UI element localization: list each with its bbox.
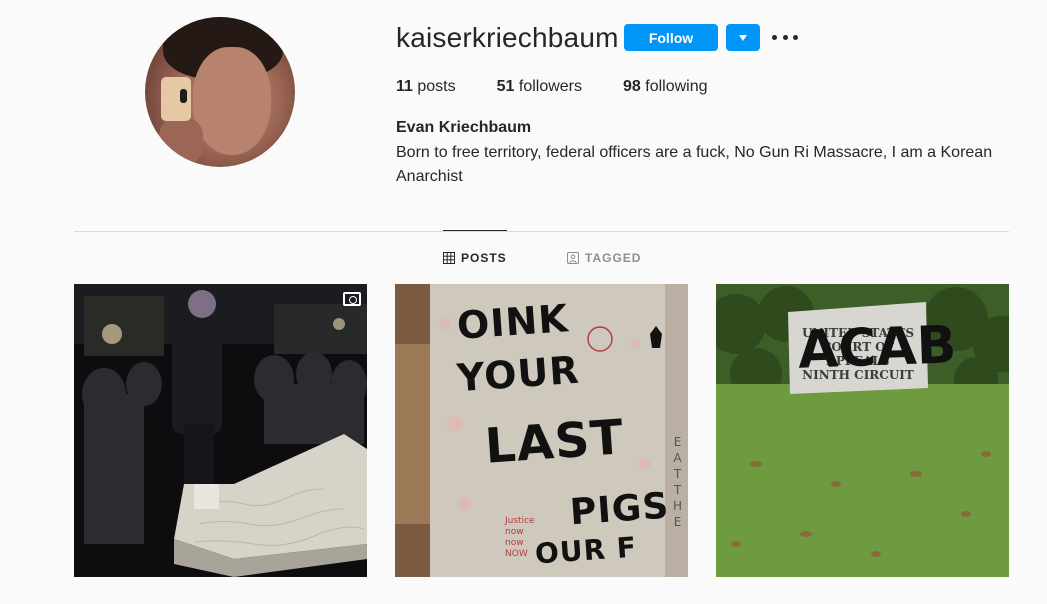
graffiti-side-text: E A T T H E [673, 434, 682, 530]
graffiti-word: ACAB [797, 315, 958, 381]
avatar-face [193, 47, 271, 155]
suggested-accounts-button[interactable] [726, 24, 760, 51]
tab-posts-label: POSTS [461, 251, 507, 265]
post-thumbnail[interactable] [74, 284, 367, 577]
following-link[interactable]: 98 following [623, 77, 708, 97]
chevron-down-icon [739, 34, 747, 41]
following-count-value: 98 [623, 78, 641, 95]
profile-bio: Born to free territory, federal officers… [396, 144, 993, 185]
graffiti-side-letter: T [673, 467, 682, 481]
more-dot-icon [782, 34, 788, 40]
followers-count-value: 51 [496, 78, 515, 95]
post-thumbnail[interactable]: OINK YOUR LAST PIGS OUR F Justice now no… [395, 284, 688, 577]
followers-link[interactable]: 51 followers [497, 77, 582, 97]
posts-count-value: 11 [396, 78, 413, 95]
follow-button[interactable]: Follow [624, 24, 718, 51]
protest-night-image [74, 284, 367, 577]
tabs-divider [74, 231, 1009, 232]
more-dot-icon [772, 34, 777, 40]
graffiti-small-line: NOW [505, 549, 528, 559]
graffiti-side-letter: E [673, 435, 682, 449]
graffiti-word: YOUR [455, 347, 581, 401]
avatar-hand [159, 117, 203, 165]
graffiti-side-letter: A [673, 451, 682, 465]
profile-stats: 11 posts 51 followers 98 following [396, 77, 749, 97]
graffiti-word: OINK [455, 296, 571, 348]
active-tab-indicator [443, 230, 507, 231]
post-thumbnail[interactable]: UNITED STATES COURT OF APPEALS NINTH CIR… [716, 284, 1009, 577]
graffiti-small-text: Justice now now NOW [505, 516, 535, 560]
graffiti-side-letter: T [673, 483, 682, 497]
profile-avatar[interactable] [145, 17, 295, 167]
graffiti-word: LAST [483, 409, 626, 475]
posts-count: 11 posts [396, 77, 456, 97]
following-count-label: following [645, 78, 708, 95]
profile-username: kaiserkriechbaum [396, 22, 619, 53]
grid-icon [443, 252, 455, 264]
graffiti-small-line: now [505, 538, 524, 548]
graffiti-word: PIGS [568, 485, 671, 534]
tab-tagged[interactable]: TAGGED [567, 250, 641, 266]
more-dot-icon [793, 34, 798, 40]
tab-tagged-label: TAGGED [585, 251, 642, 265]
tab-posts[interactable]: POSTS [443, 250, 507, 266]
tag-icon [567, 252, 579, 264]
posts-count-label: posts [417, 78, 456, 95]
reel-icon [343, 292, 361, 306]
avatar-phone-camera [180, 89, 187, 103]
graffiti-small-line: now [505, 527, 524, 537]
profile-full-name: Evan Kriechbaum [396, 119, 532, 136]
graffiti-side-letter: H [673, 499, 683, 513]
followers-count-label: followers [518, 78, 583, 95]
more-options-button[interactable] [772, 28, 798, 46]
graffiti-side-letter: E [673, 515, 682, 529]
graffiti-small-line: Justice [505, 516, 535, 526]
